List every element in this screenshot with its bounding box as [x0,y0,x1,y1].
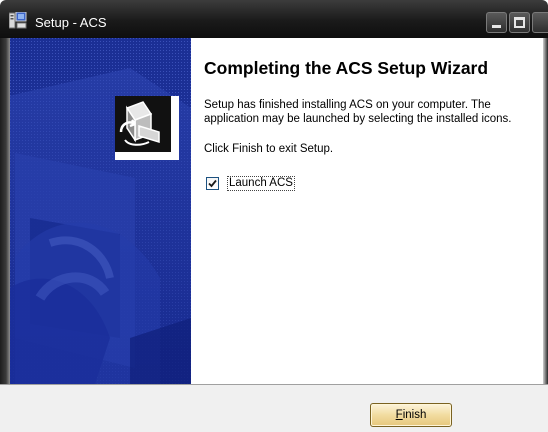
window-frame-right [543,38,548,432]
setup-window: Setup - ACS Completing the ACS Setup Wiz… [0,0,548,432]
button-bar: Finish [0,384,548,432]
launch-checkbox[interactable] [206,176,219,190]
window-title: Setup - ACS [35,15,107,30]
finish-label-rest: inish [402,409,427,421]
finish-mnemonic: F [395,409,403,421]
launch-checkbox-label[interactable]: Launch ACS [227,175,295,191]
maximize-button[interactable] [509,12,530,33]
finish-instruction: Click Finish to exit Setup. [204,143,334,155]
completion-description: Setup has finished installing ACS on you… [204,99,512,125]
window-frame-left [0,38,10,432]
setup-logo-icon [115,96,179,160]
minimize-button[interactable] [486,12,507,33]
title-bar[interactable]: Setup - ACS [0,0,548,38]
setup-app-icon [8,11,27,29]
launch-checkbox-row[interactable]: Launch ACS [206,175,295,191]
wizard-heading: Completing the ACS Setup Wizard [204,58,489,78]
wizard-banner-image [10,38,191,384]
finish-button[interactable]: Finish [370,403,452,427]
close-button[interactable] [532,12,548,33]
checkmark-icon [208,179,217,187]
